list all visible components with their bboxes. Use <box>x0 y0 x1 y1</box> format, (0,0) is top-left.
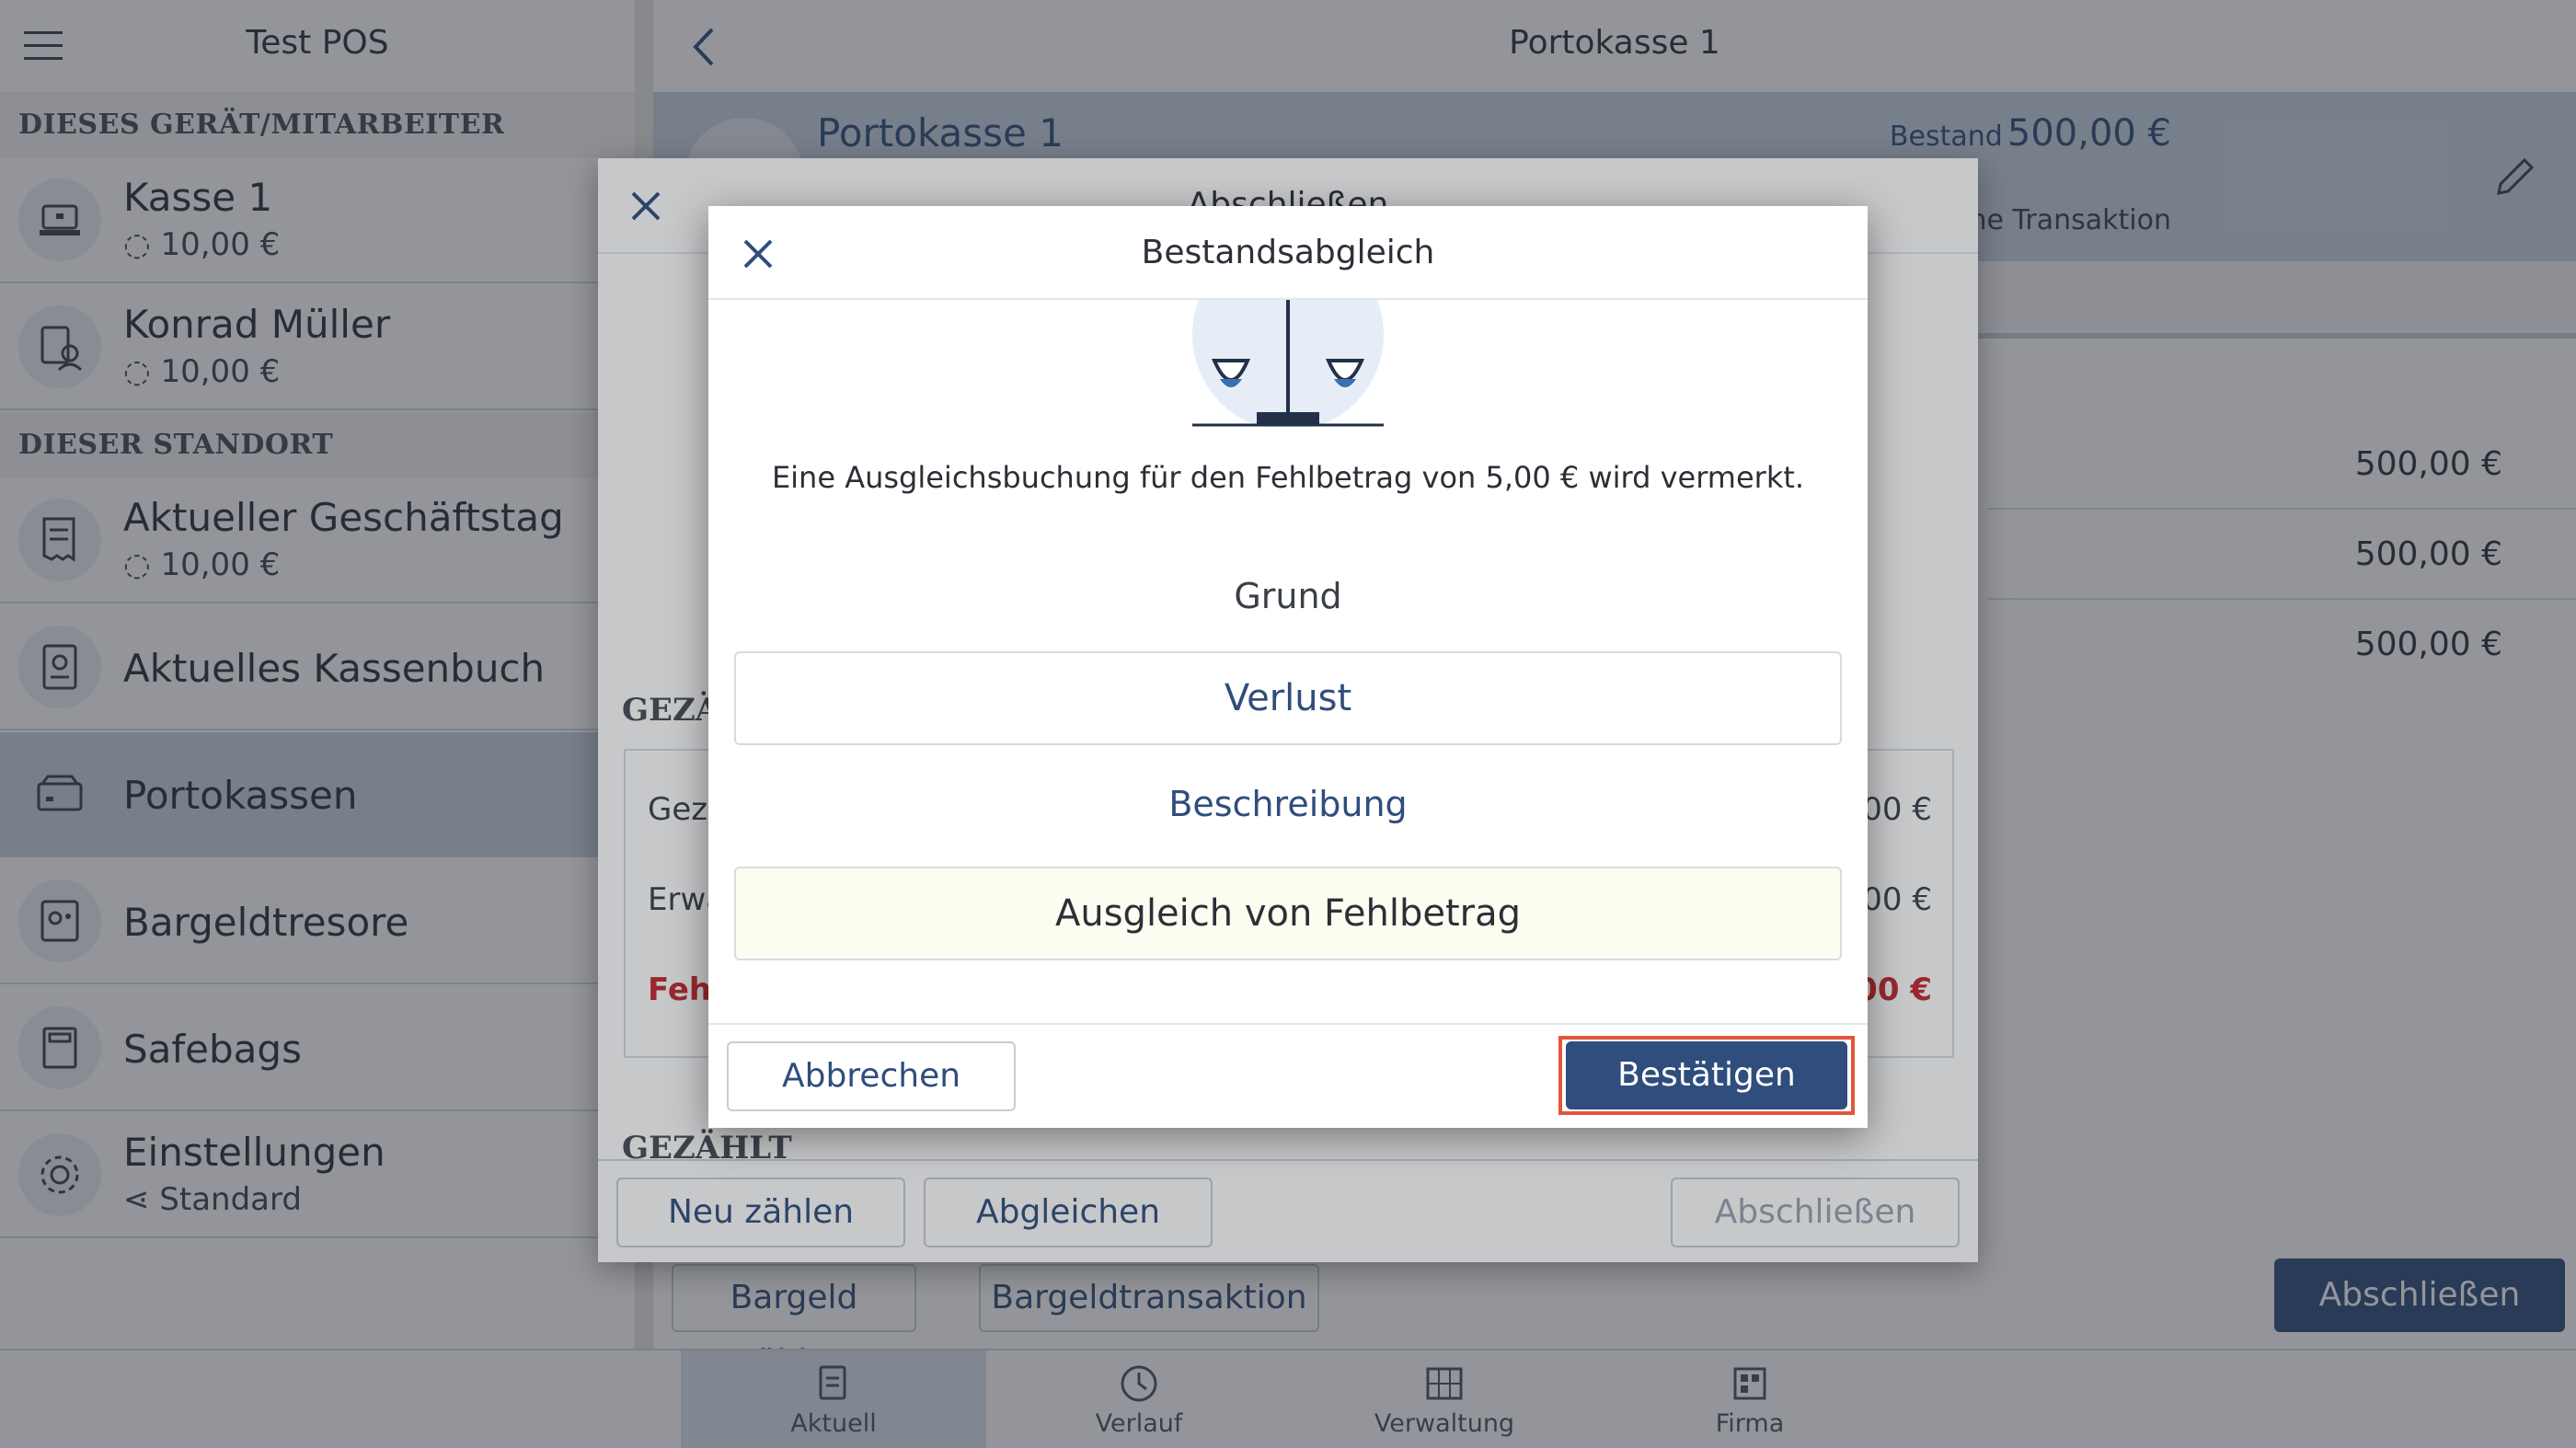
reconcile-dialog-footer: Abbrechen Bestätigen <box>708 1023 1868 1128</box>
reason-select[interactable]: Verlust <box>734 651 1842 745</box>
close-icon[interactable] <box>742 237 775 270</box>
reconcile-dialog-title: Bestandsabgleich <box>1141 234 1435 271</box>
reconcile-message: Eine Ausgleichsbuchung für den Fehlbetra… <box>771 460 1805 495</box>
cancel-button[interactable]: Abbrechen <box>727 1041 1016 1111</box>
description-input[interactable]: Ausgleich von Fehlbetrag <box>734 867 1842 960</box>
reconcile-dialog: Bestandsabgleich Eine Ausgleichsbuchung … <box>708 206 1868 1128</box>
reconcile-dialog-header: Bestandsabgleich <box>708 206 1868 300</box>
description-label: Beschreibung <box>1168 784 1408 824</box>
reason-label: Grund <box>1234 576 1342 616</box>
confirm-button[interactable]: Bestätigen <box>1566 1041 1847 1109</box>
